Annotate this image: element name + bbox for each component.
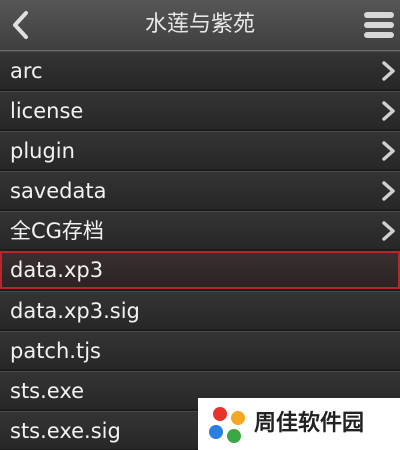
folder-row[interactable]: arc: [0, 51, 400, 89]
watermark: 周佳软件园: [198, 398, 400, 450]
file-browser-screen: 水莲与紫苑 arc license plugin savedata 全CG存档 data.…: [0, 0, 400, 450]
back-button[interactable]: [6, 6, 38, 44]
folder-row[interactable]: license: [0, 91, 400, 129]
item-name: license: [10, 99, 84, 123]
folder-row[interactable]: plugin: [0, 131, 400, 169]
chevron-right-icon: [382, 61, 395, 81]
item-name: data.xp3: [10, 258, 104, 282]
item-name: 全CG存档: [10, 219, 104, 243]
chevron-right-icon: [382, 101, 395, 121]
menu-button[interactable]: [362, 8, 396, 42]
page-title: 水莲与紫苑: [144, 12, 255, 37]
file-row[interactable]: data.xp3.sig: [0, 291, 400, 329]
file-row[interactable]: patch.tjs: [0, 331, 400, 369]
pinwheel-logo-icon: [209, 407, 245, 443]
file-list: arc license plugin savedata 全CG存档 data.xp3 dat…: [0, 51, 400, 450]
file-row[interactable]: data.xp3: [0, 251, 400, 289]
item-name: sts.exe.sig: [10, 419, 121, 443]
chevron-right-icon: [382, 181, 395, 201]
hamburger-menu-icon: [364, 12, 394, 38]
item-name: sts.exe: [10, 379, 85, 403]
title-bar: 水莲与紫苑: [0, 0, 400, 51]
item-name: arc: [10, 59, 43, 83]
item-name: data.xp3.sig: [10, 299, 140, 323]
item-name: savedata: [10, 179, 107, 203]
watermark-text: 周佳软件园: [254, 411, 365, 436]
chevron-right-icon: [382, 141, 395, 161]
item-name: patch.tjs: [10, 339, 101, 363]
chevron-left-icon: [13, 11, 28, 39]
folder-row[interactable]: savedata: [0, 171, 400, 209]
folder-row[interactable]: 全CG存档: [0, 211, 400, 249]
item-name: plugin: [10, 139, 75, 163]
chevron-right-icon: [382, 221, 395, 241]
